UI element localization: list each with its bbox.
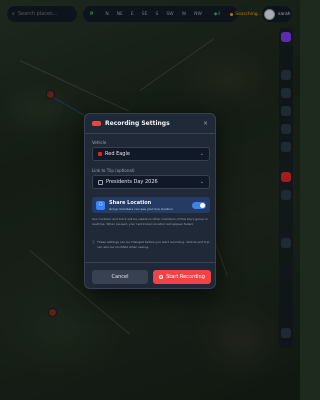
vehicle-value: Red Eagle <box>105 151 130 157</box>
car-icon <box>98 152 102 156</box>
record-dot-icon <box>159 275 164 279</box>
trip-label: Link to Trip (optional) <box>92 168 135 173</box>
share-location-subtitle: Group members can see your live location <box>109 206 173 211</box>
settings-note: ⓘ These settings can be changed before y… <box>92 240 210 249</box>
vehicle-label: Vehicle <box>92 140 107 145</box>
calendar-icon <box>98 179 103 185</box>
cancel-label: Cancel <box>111 274 129 280</box>
recording-settings-dialog: Recording Settings × Vehicle Red Eagle ⌄… <box>84 113 216 289</box>
record-icon <box>92 121 101 126</box>
start-recording-button[interactable]: Start Recording <box>153 270 211 284</box>
trip-select[interactable]: Presidents Day 2026 ⌄ <box>92 175 210 189</box>
share-location-panel: ⚇ Share Location Group members can see y… <box>92 197 210 213</box>
settings-note-text: These settings can be changed before you… <box>97 240 210 249</box>
chevron-down-icon: ⌄ <box>199 179 204 185</box>
close-icon[interactable]: × <box>203 120 208 127</box>
share-location-icon: ⚇ <box>96 200 105 210</box>
vehicle-select[interactable]: Red Eagle ⌄ <box>92 147 210 161</box>
share-location-text: Share Location Group members can see you… <box>109 200 173 211</box>
chevron-down-icon: ⌄ <box>199 151 204 157</box>
modal-divider <box>85 262 215 263</box>
trip-value: Presidents Day 2026 <box>106 179 158 185</box>
modal-title: Recording Settings <box>105 120 170 127</box>
share-location-help: Your location and track will be visible … <box>92 217 208 226</box>
share-location-toggle[interactable] <box>192 201 206 209</box>
start-recording-label: Start Recording <box>166 274 205 280</box>
info-icon: ⓘ <box>92 240 96 244</box>
share-location-title: Share Location <box>109 199 152 206</box>
cancel-button[interactable]: Cancel <box>92 270 148 284</box>
modal-header: Recording Settings × <box>85 114 215 134</box>
